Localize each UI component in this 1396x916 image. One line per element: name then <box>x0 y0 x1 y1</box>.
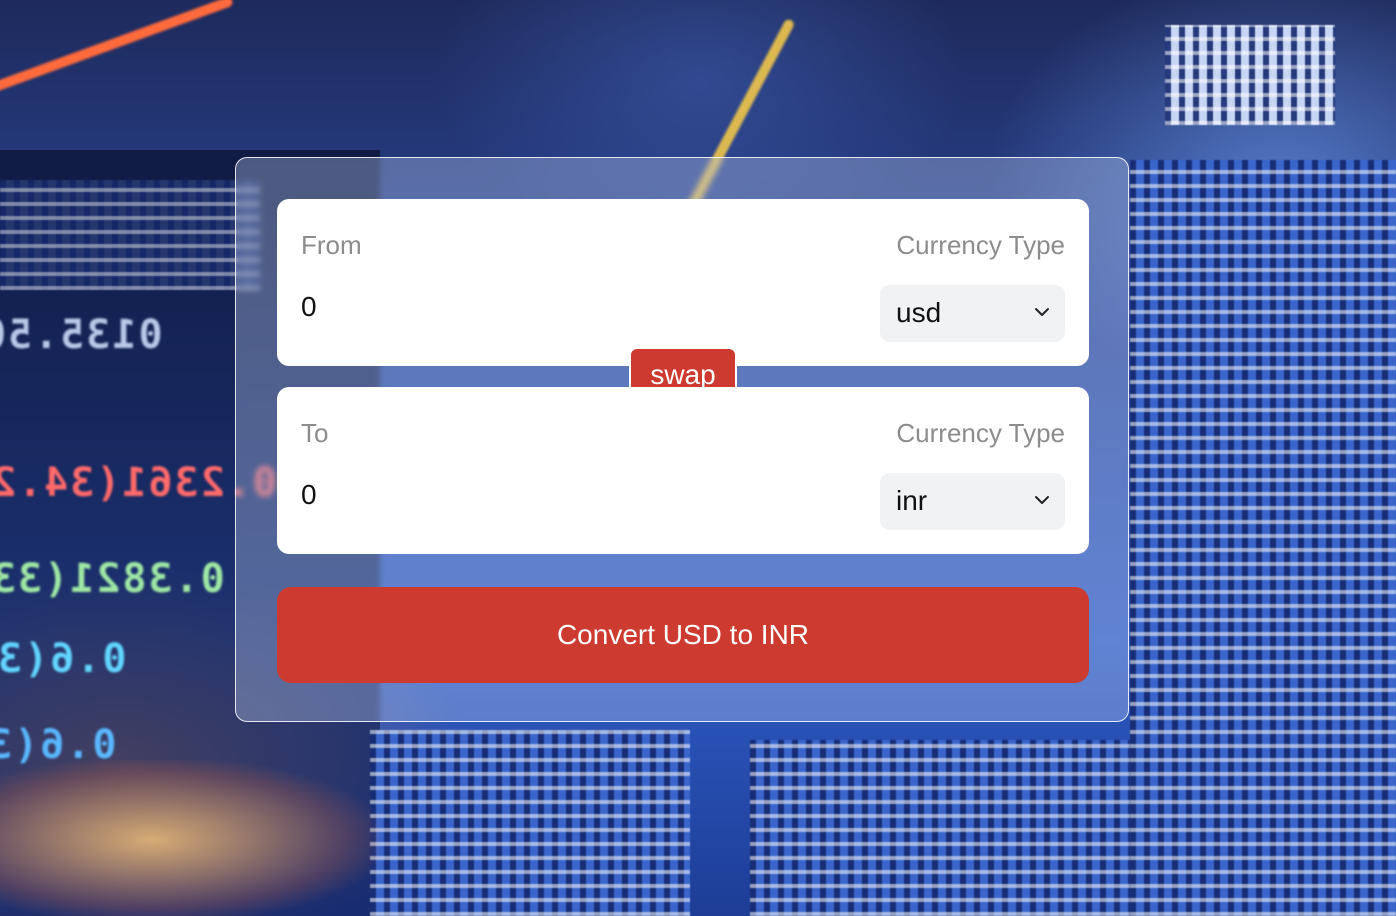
ticker-text: 0.6(32 <box>0 722 117 768</box>
from-amount-input[interactable] <box>301 291 801 323</box>
building-bottom-right <box>750 740 1130 916</box>
from-panel: From Currency Type usd <box>277 199 1089 366</box>
from-currency-select[interactable]: usd <box>880 285 1065 342</box>
from-currency-value: usd <box>896 297 942 328</box>
skyline-left <box>0 180 260 290</box>
to-label: To <box>301 418 329 448</box>
from-label: From <box>301 230 362 260</box>
converter-card: From Currency Type usd swap To Currency … <box>235 157 1129 722</box>
building-bottom-left <box>370 730 690 916</box>
light-glow <box>0 760 380 916</box>
to-amount-input[interactable] <box>301 479 801 511</box>
ticker-text: 0.3821(33 <box>0 556 225 602</box>
to-currency-value: inr <box>896 485 928 516</box>
from-currency-label: Currency Type <box>896 230 1065 260</box>
chevron-down-icon <box>1035 496 1049 504</box>
to-currency-select[interactable]: inr <box>880 473 1065 530</box>
rooftop-right <box>1165 25 1335 125</box>
light-streak <box>0 0 234 95</box>
ticker-text: 0135.50 <box>0 312 163 358</box>
to-panel: To Currency Type inr <box>277 387 1089 554</box>
chevron-down-icon <box>1035 308 1049 316</box>
to-currency-label: Currency Type <box>896 418 1065 448</box>
skyscraper-right <box>1130 160 1396 916</box>
convert-button[interactable]: Convert USD to INR <box>277 587 1089 683</box>
ticker-text: 0.6(33 <box>0 636 127 682</box>
